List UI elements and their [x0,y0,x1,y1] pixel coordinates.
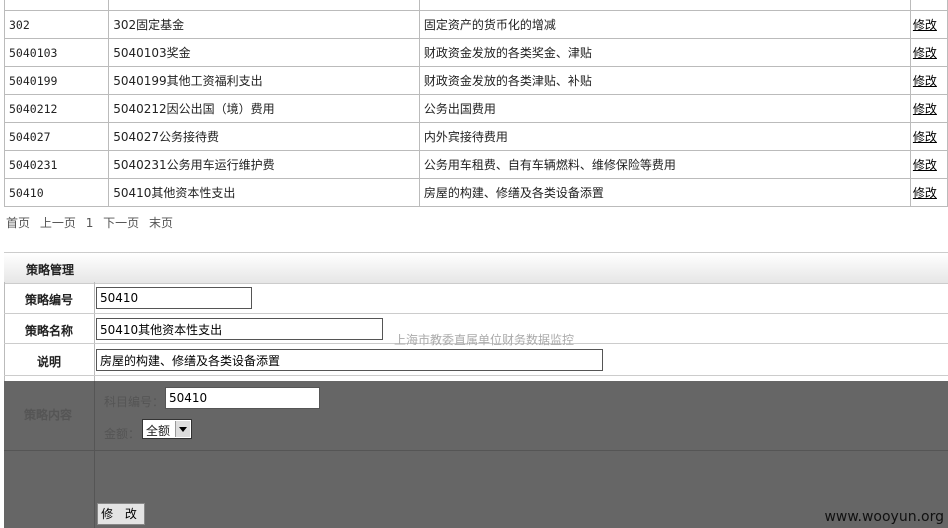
chevron-down-icon[interactable] [175,421,190,437]
panel-header: 策略管理 [4,252,948,284]
table-row: 504027 504027公务接待费 内外宾接待费用 修改 [3,122,948,151]
subject-code-label: 科目编号： [104,395,165,409]
strategy-name-input[interactable] [96,318,383,340]
row-description: 公务用车租费、自有车辆燃料、维修保险等费用 [418,150,911,179]
row-description: 房屋的构建、修缮及各类设备添置 [418,178,911,207]
table-row [3,0,948,11]
row-code [3,0,110,11]
amount-select-value: 全额 [146,424,171,438]
row-name: 302固定基金 [108,10,420,39]
row-name: 5040231公务用车运行维护费 [108,150,420,179]
row-name [108,0,420,11]
strategy-table: 302 302固定基金 固定资产的货币化的增减 修改 5040103 5040103奖金财… [3,0,948,207]
panel-title: 策略管理 [26,263,75,277]
row-code: 5040103 [3,38,110,67]
row-code: 5040212 [3,94,110,123]
content-row-divider [4,450,948,451]
pagination: 首页 上一页 1 下一页 末页 [6,214,179,231]
row-name: 50410其他资本性支出 [108,178,420,207]
edit-link[interactable]: 修改 [913,130,937,144]
strategy-content-label: 策略内容 [24,408,73,422]
strategy-id-input[interactable] [96,287,252,309]
pager-next[interactable]: 下一页 [103,216,139,230]
row-code: 504027 [3,122,110,151]
table-row: 5040199 5040199其他工资福利支出 财政资金发放的各类津贴、补贴 修改 [3,66,948,95]
amount-select[interactable]: 全额 [142,419,192,439]
description-label: 说明 [36,355,61,369]
form-divider [94,282,95,382]
table-row: 5040212 5040212因公出国（境）费用 公务出国费用 修改 [3,94,948,123]
description-input[interactable] [96,349,603,371]
edit-link[interactable]: 修改 [913,18,937,32]
row-code: 302 [3,10,110,39]
row-code: 5040231 [3,150,110,179]
pager-page: 1 [85,216,94,230]
row-name: 5040199其他工资福利支出 [108,66,420,95]
modify-button[interactable]: 修 改 [97,503,145,525]
content-divider [94,381,95,528]
table-row: 5040231 5040231公务用车运行维护费 公务用车租费、自有车辆燃料、维修保… [3,150,948,179]
row-name: 5040103奖金 [108,38,420,67]
row-description: 财政资金发放的各类奖金、津贴 [418,38,911,67]
site-watermark: www.wooyun.org [824,509,944,525]
subject-code-input[interactable] [165,387,320,409]
form-row-divider [4,375,948,376]
edit-link[interactable]: 修改 [913,74,937,88]
edit-link[interactable]: 修改 [913,186,937,200]
row-code: 5040199 [3,66,110,95]
dark-overlay-area: 策略内容 科目编号： 金额： [4,381,948,528]
row-description: 固定资产的货币化的增减 [418,10,911,39]
pager-first[interactable]: 首页 [6,216,30,230]
row-name: 5040212因公出国（境）费用 [108,94,420,123]
pager-last[interactable]: 末页 [149,216,173,230]
pager-prev[interactable]: 上一页 [40,216,76,230]
watermark-text: 上海市教委直属单位财务数据监控 [394,333,575,347]
row-description: 内外宾接待费用 [418,122,911,151]
row-code: 50410 [3,178,110,207]
table-row: 50410 50410其他资本性支出 房屋的构建、修缮及各类设备添置 修改 [3,178,948,207]
row-name: 504027公务接待费 [108,122,420,151]
edit-link[interactable]: 修改 [913,158,937,172]
row-description: 财政资金发放的各类津贴、补贴 [418,66,911,95]
edit-link[interactable]: 修改 [913,46,937,60]
edit-link[interactable]: 修改 [913,102,937,116]
row-description: 公务出国费用 [418,94,911,123]
row-description [418,0,911,11]
strategy-id-label: 策略编号 [24,293,73,307]
table-row: 302 302固定基金 固定资产的货币化的增减 修改 [3,10,948,39]
strategy-name-label: 策略名称 [24,324,73,338]
form-row-divider [4,313,948,314]
table-row: 5040103 5040103奖金 财政资金发放的各类奖金、津贴 修改 [3,38,948,67]
amount-label: 金额： [104,427,141,441]
